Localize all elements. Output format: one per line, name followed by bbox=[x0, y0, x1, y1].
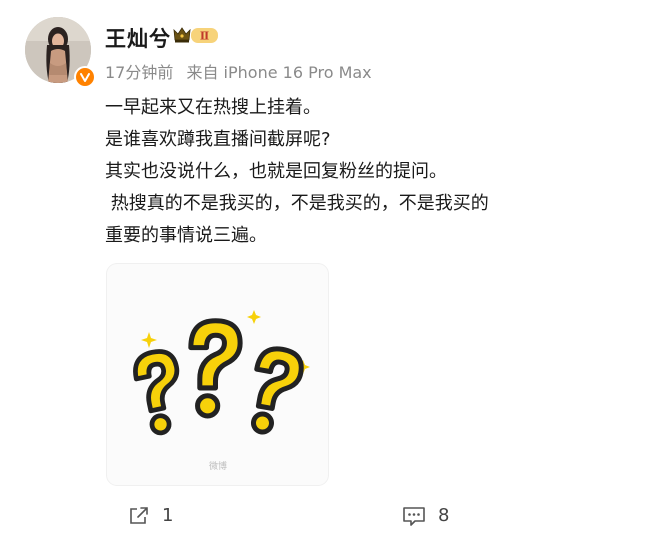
share-count: 1 bbox=[162, 505, 174, 526]
post-text-line: 热搜真的不是我买的，不是我买的，不是我买的 bbox=[105, 193, 489, 214]
image-watermark: 微博 bbox=[209, 460, 227, 472]
comment-icon bbox=[403, 506, 425, 526]
crown-icon bbox=[173, 27, 191, 43]
post-text-line: 重要的事情说三遍。 bbox=[105, 225, 267, 246]
post-text-line: 是谁喜欢蹲我直播间截屏呢? bbox=[105, 129, 331, 150]
member-level-text: Ⅱ bbox=[200, 30, 209, 43]
share-button[interactable]: 1 bbox=[128, 505, 173, 526]
question-mark-right bbox=[246, 346, 304, 435]
post-time[interactable]: 17分钟前 bbox=[105, 63, 173, 82]
share-icon bbox=[130, 506, 148, 524]
post-content: 一早起来又在热搜上挂着。 是谁喜欢蹲我直播间截屏呢? 其实也没说什么，也就是回复… bbox=[105, 92, 645, 252]
question-mark-left bbox=[132, 348, 190, 436]
post-text-line: 其实也没说什么，也就是回复粉丝的提问。 bbox=[105, 161, 447, 182]
post-image[interactable]: 微博 bbox=[107, 264, 328, 485]
question-mark-middle bbox=[191, 321, 240, 419]
comment-count: 8 bbox=[438, 505, 450, 526]
verified-v-icon bbox=[74, 66, 96, 88]
member-badge[interactable]: Ⅱ bbox=[172, 25, 220, 49]
post-source: 来自 iPhone 16 Pro Max bbox=[186, 63, 372, 82]
author-name[interactable]: 王灿兮 bbox=[105, 23, 171, 53]
post-meta: 17分钟前 来自 iPhone 16 Pro Max bbox=[105, 59, 380, 83]
post-text-line: 一早起来又在热搜上挂着。 bbox=[105, 97, 321, 118]
comment-button[interactable]: 8 bbox=[402, 505, 449, 526]
